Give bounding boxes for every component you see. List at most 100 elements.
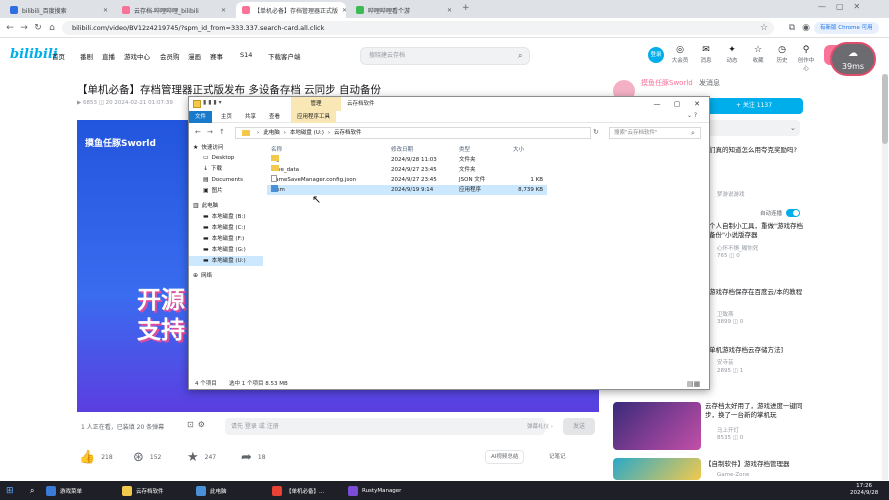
bilibili-logo[interactable]: bilibili bbox=[10, 47, 58, 62]
tab-close-icon[interactable]: ✕ bbox=[342, 7, 346, 14]
system-clock[interactable]: 17:26 2024/9/28 bbox=[850, 483, 878, 497]
taskbar-app[interactable]: 此电脑 bbox=[196, 481, 227, 500]
header-dynamic[interactable]: ✦ 动态 bbox=[722, 45, 742, 64]
search-icon[interactable]: ⌕ bbox=[518, 51, 522, 61]
nav-pane-item[interactable]: ▤ Documents bbox=[189, 175, 263, 185]
breadcrumb-item[interactable]: 云存档软件 bbox=[334, 128, 362, 138]
window-controls[interactable]: —▢✕ bbox=[818, 2, 870, 11]
nav-pane-item[interactable]: ⊕ 网络 bbox=[189, 271, 263, 281]
start-icon[interactable]: ⊞ bbox=[6, 481, 14, 500]
nav-pane-item[interactable]: ↓ 下载 bbox=[189, 164, 263, 174]
nav-pane-item[interactable]: ▣ 图片 bbox=[189, 186, 263, 196]
recommend-item[interactable]: 云存档太好用了，游戏进度一键同步，换了一台新的掌机玩 马上开灯 8535 ◫ 0 bbox=[613, 402, 803, 452]
header-history[interactable]: ◷ 历史 bbox=[772, 45, 792, 64]
maximize-icon[interactable]: ▢ bbox=[667, 97, 687, 111]
refresh-icon[interactable]: ↻ bbox=[593, 128, 599, 136]
explorer-up-icon[interactable]: ↑ bbox=[219, 128, 225, 136]
explorer-search-input[interactable]: 搜索"云存档软件" bbox=[609, 127, 701, 139]
url-input[interactable]: bilibili.com/video/BV12z4219745/?spm_id_… bbox=[62, 21, 774, 35]
file-row[interactable]: log 2024/9/28 11:03 文件夹 bbox=[267, 155, 547, 165]
nav-pane-item[interactable]: ★ 快速访问 bbox=[189, 143, 263, 153]
nav-item-manga[interactable]: 漫画 bbox=[188, 51, 201, 61]
browser-tab[interactable]: 哔哩哔哩看个游 ✕ bbox=[350, 2, 458, 18]
autoplay-toggle[interactable]: 自动连播 bbox=[760, 209, 801, 217]
header-favorite[interactable]: ☆ 收藏 bbox=[748, 45, 768, 64]
notes-button[interactable]: 记笔记 bbox=[549, 452, 566, 460]
forward-icon[interactable]: → bbox=[18, 22, 30, 34]
nav-item-esports[interactable]: 赛事 bbox=[210, 51, 223, 61]
send-message-link[interactable]: 发消息 bbox=[699, 79, 720, 87]
taskbar-app[interactable]: RustyManager bbox=[348, 481, 401, 500]
header-vip[interactable]: ◎ 大会员 bbox=[670, 45, 690, 64]
chrome-update-button[interactable]: 有新版 Chrome 可用 bbox=[814, 22, 879, 34]
column-header-type[interactable]: 类型 bbox=[459, 145, 470, 153]
coin-button[interactable]: ⊛ 152 bbox=[133, 450, 161, 465]
explorer-forward-icon[interactable]: → bbox=[207, 128, 213, 136]
extensions-icon[interactable]: ⧉ bbox=[786, 22, 798, 34]
explorer-titlebar[interactable]: ▮ ▮ ▮ ▾ 管理 云存档软件 — ▢ ✕ bbox=[189, 97, 709, 111]
header-message[interactable]: ✉ 消息 bbox=[696, 45, 716, 64]
share-button[interactable]: ➦ 18 bbox=[241, 450, 266, 465]
column-header-name[interactable]: 名称 bbox=[271, 145, 282, 153]
nav-item-shop[interactable]: 会员购 bbox=[160, 51, 180, 61]
file-row[interactable]: GameSaveManager.config.json 2024/9/27 23:… bbox=[267, 175, 547, 185]
back-icon[interactable]: ← bbox=[4, 22, 16, 34]
favorite-button[interactable]: ★ 247 bbox=[187, 450, 216, 465]
ribbon-manage-label[interactable]: 管理 bbox=[291, 97, 341, 111]
breadcrumb-item[interactable]: 本地磁盘 (U:) bbox=[290, 128, 324, 138]
view-toggle-icon[interactable]: ▤▦ bbox=[687, 379, 700, 390]
quick-access-toolbar-icon[interactable]: ▮ ▮ ▮ ▾ bbox=[203, 99, 222, 106]
nav-pane-item[interactable]: ▭ Desktop bbox=[189, 153, 263, 163]
file-row[interactable]: rgsm 2024/9/19 9:14 应用程序 8,739 KB bbox=[267, 185, 547, 195]
nav-pane-item[interactable]: ▬ 本地磁盘 (G:) bbox=[189, 245, 263, 255]
nav-pane-item[interactable]: ▬ 本地磁盘 (C:) bbox=[189, 223, 263, 233]
bookmark-star-icon[interactable]: ☆ bbox=[758, 22, 770, 34]
danmaku-send-button[interactable]: 发送 bbox=[563, 418, 595, 435]
like-button[interactable]: 👍 218 bbox=[79, 450, 113, 465]
close-icon[interactable]: ✕ bbox=[687, 97, 707, 111]
explorer-back-icon[interactable]: ← bbox=[195, 128, 201, 136]
file-explorer-window[interactable]: ▮ ▮ ▮ ▾ 管理 云存档软件 — ▢ ✕ 文件 主页 共享 查看 应用程序工… bbox=[188, 96, 710, 390]
nav-pane-item[interactable]: ▬ 本地磁盘 (F:) bbox=[189, 234, 263, 244]
ai-summary-button[interactable]: AI视频总结 bbox=[485, 450, 525, 464]
taskbar-search-icon[interactable]: ⌕ bbox=[30, 481, 34, 500]
chevron-down-icon[interactable]: ⌄ bbox=[790, 124, 796, 132]
recommend-item[interactable]: 【自制软件】游戏存档管理器 Game-Zone bbox=[613, 458, 803, 480]
nav-item-home[interactable]: 首页 bbox=[52, 51, 65, 61]
ribbon-tab-home[interactable]: 主页 bbox=[215, 111, 238, 123]
minimize-icon[interactable]: — bbox=[647, 97, 667, 111]
browser-tab[interactable]: bilibili_百度搜索 ✕ bbox=[4, 2, 114, 18]
login-avatar-button[interactable]: 登录 bbox=[648, 47, 664, 63]
breadcrumb-item[interactable]: 此电脑 bbox=[263, 128, 280, 138]
browser-tab-active[interactable]: 【单机必备】存档管理器正式版 ✕ bbox=[236, 2, 346, 18]
nav-item-games[interactable]: 游戏中心 bbox=[124, 51, 150, 61]
browser-tab[interactable]: 云存档-哔哩哔哩_bilibili ✕ bbox=[116, 2, 232, 18]
follow-button[interactable]: + 关注 1137 bbox=[705, 98, 803, 114]
reload-icon[interactable]: ↻ bbox=[32, 22, 44, 34]
tab-close-icon[interactable]: ✕ bbox=[447, 7, 452, 14]
search-input[interactable]: 搜晓建云存档 bbox=[360, 47, 530, 65]
tab-close-icon[interactable]: ✕ bbox=[221, 7, 226, 14]
ribbon-tab-file[interactable]: 文件 bbox=[189, 111, 213, 123]
uploader-name[interactable]: 摸鱼任豚Sworld 发消息 bbox=[641, 78, 720, 88]
nav-item-download-client[interactable]: 下载客户端 bbox=[268, 51, 301, 61]
danmaku-input[interactable]: 请先 登录 或 注册 bbox=[225, 418, 545, 435]
nav-pane-item[interactable]: ▬ 本地磁盘 (U:) bbox=[189, 256, 263, 266]
nav-item-s14[interactable]: S14 bbox=[240, 51, 252, 59]
home-icon[interactable]: ⌂ bbox=[46, 22, 58, 34]
nav-item-live[interactable]: 直播 bbox=[102, 51, 115, 61]
help-icon[interactable]: ⌄ ? bbox=[687, 112, 697, 119]
nav-item-anime[interactable]: 番剧 bbox=[80, 51, 93, 61]
danmaku-toggle-icon[interactable]: ⊡⚙ bbox=[187, 420, 209, 429]
scrollbar-thumb[interactable] bbox=[882, 74, 888, 144]
taskbar-app[interactable]: 云存档软件 bbox=[122, 481, 164, 500]
taskbar-app[interactable]: 游戏菜单 bbox=[46, 481, 82, 500]
nav-pane-item[interactable]: ▬ 本地磁盘 (B:) bbox=[189, 212, 263, 222]
nav-pane-item[interactable]: ▥ 此电脑 bbox=[189, 201, 263, 211]
header-creator[interactable]: ⚲ 创作中心 bbox=[796, 45, 816, 72]
page-scrollbar[interactable] bbox=[882, 74, 888, 480]
ribbon-tab-view[interactable]: 查看 bbox=[263, 111, 286, 123]
file-row[interactable]: save_data 2024/9/27 23:45 文件夹 bbox=[267, 165, 547, 175]
column-header-date[interactable]: 修改日期 bbox=[391, 145, 413, 153]
ribbon-tab-app-tools[interactable]: 应用程序工具 bbox=[291, 111, 337, 123]
